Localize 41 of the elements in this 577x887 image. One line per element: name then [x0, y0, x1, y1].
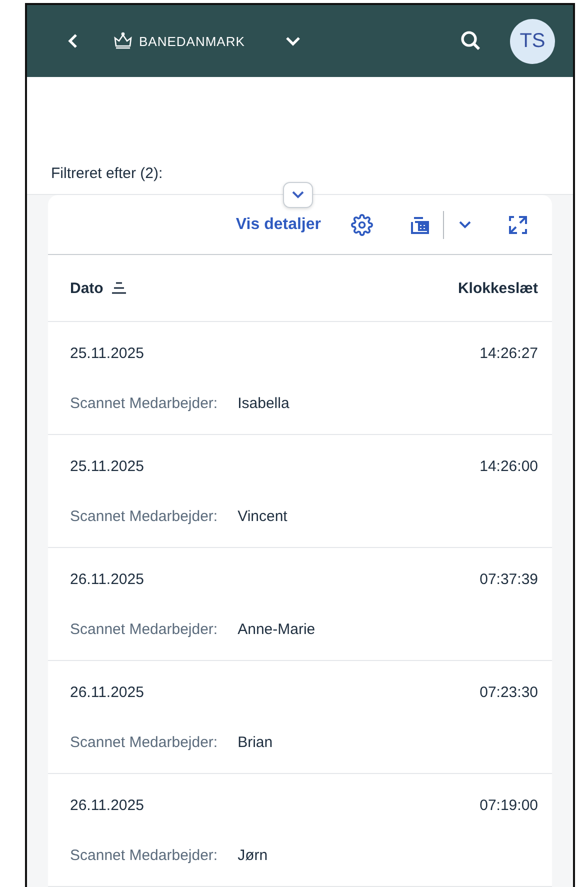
sort-icon[interactable] — [111, 282, 128, 294]
time-cell: 07:19:00 — [480, 796, 538, 814]
employee-name: Vincent — [238, 508, 288, 524]
employee-name: Anne-Marie — [238, 620, 316, 638]
table-row[interactable]: 25.11.2025 14:26:27 Scannet Medarbejder: Isabella — [48, 322, 552, 435]
date-cell: 26.11.2025 — [70, 684, 144, 700]
table-row[interactable]: 25.11.2025 14:26:00 Scannet Medarbejder: Vincent — [48, 435, 552, 548]
employee-name: Isabella — [238, 394, 290, 412]
chevron-down-icon[interactable] — [284, 35, 301, 47]
date-cell: 26.11.2025 — [70, 796, 144, 814]
date-cell: 25.11.2025 — [70, 344, 144, 362]
time-cell: 14:26:00 — [480, 458, 538, 474]
table-row[interactable]: 26.11.2025 07:19:00 Scannet Medarbejder: Jørn — [48, 774, 552, 887]
column-header[interactable]: Klokkeslæt — [458, 280, 538, 296]
back-icon[interactable] — [67, 33, 79, 49]
employee-name: Brian — [238, 734, 274, 750]
time-cell: 07:37:39 — [480, 570, 538, 588]
user-avatar[interactable]: TS — [510, 18, 555, 64]
details-link[interactable]: Vis detaljer — [236, 216, 321, 234]
table-row[interactable]: 26.11.2025 07:37:39 Scannet Medarbejder: Anne-Marie — [48, 548, 552, 661]
field-label: Scannet Medarbejder: — [70, 620, 218, 638]
search-icon[interactable] — [460, 30, 482, 52]
date-cell: 25.11.2025 — [70, 458, 144, 474]
settings-icon[interactable] — [351, 214, 373, 236]
employee-name: Jørn — [238, 846, 269, 864]
time-cell: 14:26:27 — [480, 344, 538, 362]
chevron-down-icon[interactable] — [458, 220, 472, 230]
filter-label: Filtreret efter (2): — [51, 165, 163, 182]
field-label: Scannet Medarbejder: — [70, 508, 218, 524]
collapse-button[interactable] — [283, 182, 313, 208]
chevron-down-icon — [291, 190, 305, 200]
column-header[interactable]: Dato — [70, 280, 104, 296]
table-row[interactable]: 26.11.2025 07:23:30 Scannet Medarbejder: Brian — [48, 661, 552, 774]
logo-text: BANEDANMARK — [139, 34, 245, 48]
fullscreen-icon[interactable] — [508, 214, 528, 234]
field-label: Scannet Medarbejder: — [70, 734, 218, 750]
time-cell: 07:23:30 — [480, 684, 538, 700]
crown-icon — [113, 32, 133, 50]
date-cell: 26.11.2025 — [70, 570, 144, 588]
field-label: Scannet Medarbejder: — [70, 846, 218, 864]
field-label: Scannet Medarbejder: — [70, 394, 218, 412]
